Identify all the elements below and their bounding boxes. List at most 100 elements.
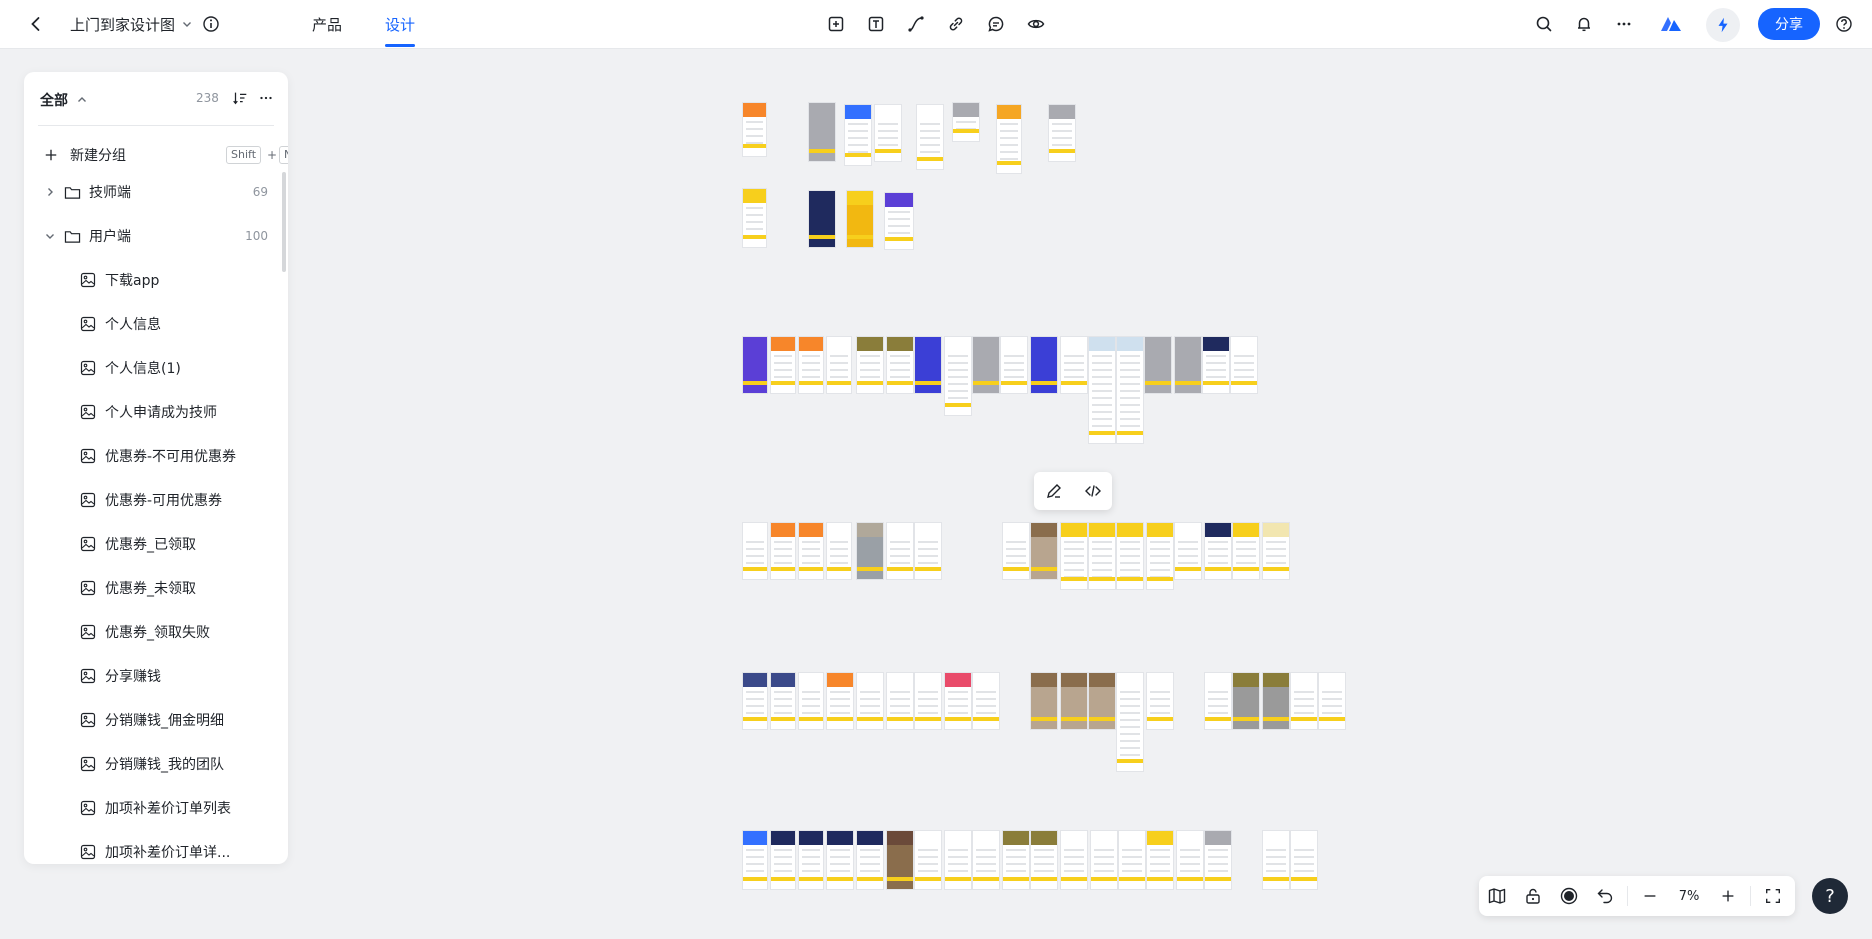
design-frame-thumbnail[interactable] [1088, 522, 1116, 590]
edit-icon[interactable] [1036, 473, 1072, 509]
design-frame-thumbnail[interactable] [1030, 336, 1058, 394]
design-frame-thumbnail[interactable] [886, 336, 914, 394]
minimap-icon[interactable] [1479, 878, 1515, 914]
design-frame-thumbnail[interactable] [1204, 522, 1232, 580]
design-frame-thumbnail[interactable] [844, 104, 872, 166]
design-frame-thumbnail[interactable] [914, 336, 942, 394]
design-frame-thumbnail[interactable] [996, 104, 1022, 174]
design-frame-thumbnail[interactable] [1262, 672, 1290, 730]
design-frame-thumbnail[interactable] [1060, 830, 1088, 890]
design-frame-thumbnail[interactable] [1048, 104, 1076, 162]
design-frame-thumbnail[interactable] [874, 104, 902, 162]
help-floating-button[interactable]: ? [1812, 878, 1848, 914]
design-frame-thumbnail[interactable] [1116, 522, 1144, 590]
design-frame-thumbnail[interactable] [944, 672, 972, 730]
design-frame-thumbnail[interactable] [826, 672, 854, 730]
design-frame-thumbnail[interactable] [856, 830, 884, 890]
design-frame-thumbnail[interactable] [914, 672, 942, 730]
design-frame-thumbnail[interactable] [742, 102, 767, 157]
design-frame-thumbnail[interactable] [1118, 830, 1146, 890]
design-frame-thumbnail[interactable] [798, 522, 824, 580]
design-frame-thumbnail[interactable] [770, 672, 796, 730]
design-frame-thumbnail[interactable] [1232, 672, 1260, 730]
design-frame-thumbnail[interactable] [808, 102, 836, 162]
design-frame-thumbnail[interactable] [826, 522, 852, 580]
sidebar-item-page[interactable]: 加项补差价订单详... [80, 837, 276, 864]
design-frame-thumbnail[interactable] [1088, 336, 1116, 444]
group-technician[interactable]: 技师端 69 [40, 177, 276, 207]
group-user[interactable]: 用户端 100 [40, 221, 276, 251]
design-frame-thumbnail[interactable] [856, 522, 884, 580]
design-frame-thumbnail[interactable] [916, 104, 944, 170]
comment-icon[interactable] [980, 8, 1012, 40]
design-frame-thumbnail[interactable] [742, 336, 768, 394]
design-frame-thumbnail[interactable] [1116, 672, 1144, 772]
design-frame-thumbnail[interactable] [1060, 336, 1088, 394]
design-frame-thumbnail[interactable] [944, 336, 972, 416]
sidebar-item-page[interactable]: 个人信息 [80, 309, 276, 339]
sidebar-item-page[interactable]: 分销赚钱_我的团队 [80, 749, 276, 779]
code-icon[interactable] [1075, 473, 1111, 509]
zoom-in-icon[interactable] [1710, 878, 1746, 914]
design-frame-thumbnail[interactable] [1176, 830, 1204, 890]
tab-product[interactable]: 产品 [312, 0, 342, 48]
design-frame-thumbnail[interactable] [1262, 522, 1290, 580]
design-frame-thumbnail[interactable] [1146, 830, 1174, 890]
design-frame-thumbnail[interactable] [886, 672, 914, 730]
text-icon[interactable] [860, 8, 892, 40]
design-frame-thumbnail[interactable] [1090, 830, 1118, 890]
design-frame-thumbnail[interactable] [826, 830, 854, 890]
design-frame-thumbnail[interactable] [1230, 336, 1258, 394]
sidebar-item-page[interactable]: 个人信息(1) [80, 353, 276, 383]
design-frame-thumbnail[interactable] [856, 336, 884, 394]
bolt-button[interactable] [1706, 8, 1740, 42]
sidebar-item-page[interactable]: 分享赚钱 [80, 661, 276, 691]
design-frame-thumbnail[interactable] [770, 522, 796, 580]
sidebar-scrollbar[interactable] [282, 172, 286, 272]
sidebar-item-page[interactable]: 优惠券_领取失败 [80, 617, 276, 647]
design-frame-thumbnail[interactable] [846, 190, 874, 248]
sidebar-more-icon[interactable] [254, 86, 278, 110]
unlock-icon[interactable] [1515, 878, 1551, 914]
design-frame-thumbnail[interactable] [1000, 336, 1028, 394]
project-title-dropdown[interactable]: 上门到家设计图 [70, 13, 193, 35]
design-frame-thumbnail[interactable] [886, 830, 914, 890]
design-frame-thumbnail[interactable] [1174, 336, 1202, 394]
design-frame-thumbnail[interactable] [742, 188, 767, 248]
design-frame-thumbnail[interactable] [972, 830, 1000, 890]
design-frame-thumbnail[interactable] [770, 830, 796, 890]
design-frame-thumbnail[interactable] [742, 672, 768, 730]
design-frame-thumbnail[interactable] [1204, 830, 1232, 890]
sidebar-item-page[interactable]: 优惠券_未领取 [80, 573, 276, 603]
design-frame-thumbnail[interactable] [1030, 830, 1058, 890]
design-frame-thumbnail[interactable] [1146, 672, 1174, 730]
design-frame-thumbnail[interactable] [1088, 672, 1116, 730]
sidebar-item-page[interactable]: 加项补差价订单列表 [80, 793, 276, 823]
design-frame-thumbnail[interactable] [770, 336, 796, 394]
design-frame-thumbnail[interactable] [972, 672, 1000, 730]
design-frame-thumbnail[interactable] [1290, 830, 1318, 890]
design-frame-thumbnail[interactable] [884, 192, 914, 250]
design-frame-thumbnail[interactable] [1232, 522, 1260, 580]
design-frame-thumbnail[interactable] [1144, 336, 1172, 394]
fit-screen-icon[interactable] [1755, 878, 1791, 914]
sidebar-item-page[interactable]: 分销赚钱_佣金明细 [80, 705, 276, 735]
tab-design[interactable]: 设计 [385, 0, 415, 48]
search-icon[interactable] [1528, 8, 1560, 40]
design-frame-thumbnail[interactable] [914, 830, 942, 890]
back-icon[interactable] [20, 8, 52, 40]
frame-icon[interactable] [820, 8, 852, 40]
design-frame-thumbnail[interactable] [944, 830, 972, 890]
design-frame-thumbnail[interactable] [856, 672, 884, 730]
design-frame-thumbnail[interactable] [1204, 672, 1232, 730]
design-frame-thumbnail[interactable] [798, 336, 824, 394]
design-frame-thumbnail[interactable] [1202, 336, 1230, 394]
design-frame-thumbnail[interactable] [972, 336, 1000, 394]
sidebar-item-page[interactable]: 优惠券-不可用优惠券 [80, 441, 276, 471]
sidebar-filter-dropdown[interactable]: 全部 [40, 90, 88, 110]
bell-icon[interactable] [1568, 8, 1600, 40]
help-icon[interactable] [1828, 8, 1860, 40]
design-frame-thumbnail[interactable] [952, 102, 980, 142]
design-frame-thumbnail[interactable] [914, 522, 942, 580]
sidebar-item-page[interactable]: 下载app [80, 265, 276, 295]
